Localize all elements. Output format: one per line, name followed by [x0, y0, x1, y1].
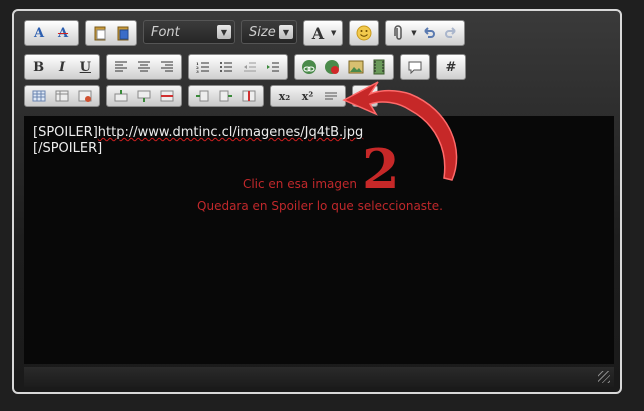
- hash-button[interactable]: #: [436, 54, 466, 80]
- align-right-icon[interactable]: [157, 57, 178, 77]
- spoiler-open-tag: [SPOILER]: [33, 125, 98, 140]
- smiley-icon: [353, 23, 375, 43]
- resize-grip-icon[interactable]: [598, 371, 610, 383]
- underline-button[interactable]: U: [75, 57, 96, 77]
- quote-button[interactable]: [400, 54, 430, 80]
- indent-icon[interactable]: [263, 57, 285, 77]
- chevron-down-icon: ▼: [279, 25, 293, 39]
- size-select-value: Size: [249, 24, 276, 40]
- toolbar-row-2: B I U 123 #: [24, 54, 466, 80]
- italic-button[interactable]: I: [51, 57, 72, 77]
- spoiler-close-tag: [/SPOILER]: [33, 141, 103, 156]
- font-size-label: A: [33, 25, 45, 41]
- table-icon[interactable]: [28, 87, 49, 105]
- hash-icon: #: [440, 57, 462, 77]
- unordered-list-icon[interactable]: [216, 57, 238, 77]
- subscript-button[interactable]: x₂: [274, 87, 295, 105]
- undo-icon[interactable]: [419, 23, 439, 43]
- bold-label: B: [33, 59, 45, 75]
- table-group: [24, 85, 100, 107]
- italic-label: I: [58, 59, 66, 75]
- svg-text:3: 3: [196, 69, 199, 73]
- paste-icon[interactable]: [89, 23, 110, 43]
- delete-row-icon[interactable]: [156, 87, 177, 105]
- insert-row-before-icon[interactable]: [110, 87, 131, 105]
- redo-icon[interactable]: [441, 23, 461, 43]
- superscript-label: x²: [301, 89, 314, 103]
- table-properties-icon[interactable]: [51, 87, 72, 105]
- align-group: [106, 54, 182, 80]
- font-size-icon[interactable]: A: [28, 23, 50, 43]
- annotation-line-2: Quedara en Spoiler lo que seleccionaste.: [197, 199, 443, 213]
- table-row-group: [106, 85, 182, 107]
- bold-button[interactable]: B: [28, 57, 49, 77]
- insert-group: [294, 54, 394, 80]
- image-url: http://www.dmtinc.cl/imagenes/Jq4tB.jpg: [97, 125, 364, 140]
- paste-group: [85, 20, 137, 46]
- align-center-icon[interactable]: [133, 57, 154, 77]
- font-select[interactable]: Font ▼: [143, 20, 235, 44]
- annotation-line-1: Clic en esa imagen: [242, 177, 358, 191]
- ordered-list-icon[interactable]: 123: [192, 57, 214, 77]
- insert-video-icon[interactable]: [369, 57, 391, 77]
- toolbar-row-3: x₂ x²: [24, 85, 378, 111]
- remove-link-icon[interactable]: [322, 57, 344, 77]
- insert-col-after-icon[interactable]: [215, 87, 236, 105]
- toolbar-row-1: A A Font ▼ Size ▼ A ▼ ▼: [24, 20, 465, 46]
- list-group: 123: [188, 54, 288, 80]
- delete-col-icon[interactable]: [238, 87, 259, 105]
- text-style-group: B I U: [24, 54, 100, 80]
- insert-link-icon[interactable]: [298, 57, 320, 77]
- script-group: x₂ x²: [270, 85, 346, 107]
- font-select-value: Font: [151, 24, 180, 40]
- chevron-down-icon[interactable]: ▼: [411, 29, 416, 37]
- remove-format-icon[interactable]: A: [52, 23, 74, 43]
- hash-label: #: [445, 59, 457, 75]
- font-color-icon: A: [307, 23, 329, 43]
- size-select[interactable]: Size ▼: [241, 20, 297, 44]
- delete-table-icon[interactable]: [74, 87, 95, 105]
- align-left-icon[interactable]: [110, 57, 131, 77]
- horizontal-rule-icon[interactable]: [320, 87, 341, 105]
- insert-image-icon[interactable]: [345, 57, 367, 77]
- underline-label: U: [79, 59, 91, 75]
- remove-format-label: A: [57, 25, 69, 41]
- font-color-button[interactable]: A ▼: [303, 20, 343, 46]
- attach-undo-group: ▼: [385, 20, 465, 46]
- speech-bubble-icon: [404, 57, 426, 77]
- subscript-label: x₂: [278, 89, 291, 103]
- status-bar: [24, 367, 614, 387]
- smiley-button[interactable]: [349, 20, 379, 46]
- editor-content[interactable]: [SPOILER]http://www.dmtinc.cl/imagenes/J…: [24, 116, 614, 364]
- table-col-group: [188, 85, 264, 107]
- font-color-label: A: [311, 23, 325, 43]
- chevron-down-icon: ▼: [217, 25, 231, 39]
- insert-row-after-icon[interactable]: [133, 87, 154, 105]
- attachment-icon[interactable]: [389, 23, 409, 43]
- superscript-button[interactable]: x²: [297, 87, 318, 105]
- content-line: [/SPOILER]: [33, 141, 605, 157]
- font-format-group: A A: [24, 20, 79, 46]
- content-line: [SPOILER]http://www.dmtinc.cl/imagenes/J…: [33, 125, 605, 141]
- paste-word-icon[interactable]: [112, 23, 133, 43]
- outdent-icon[interactable]: [239, 57, 261, 77]
- insert-col-before-icon[interactable]: [192, 87, 213, 105]
- chevron-down-icon: ▼: [331, 29, 337, 37]
